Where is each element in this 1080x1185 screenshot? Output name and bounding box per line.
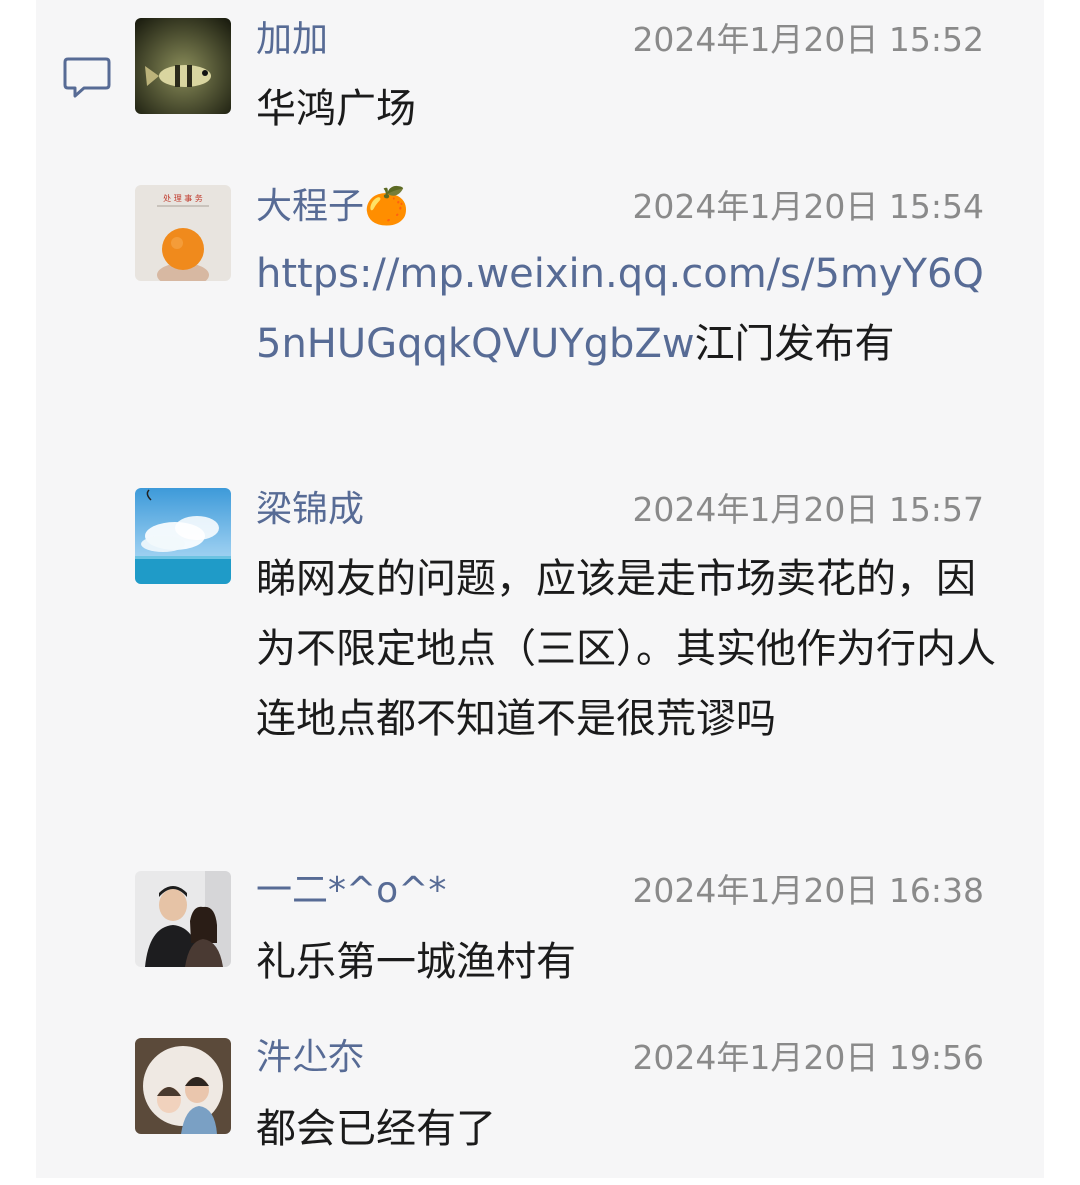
comment-author[interactable]: 一二*^o^* bbox=[256, 869, 446, 913]
orange-emoji-icon: 🍊 bbox=[364, 186, 409, 227]
comment-text: 礼乐第一城渔村有 bbox=[256, 939, 576, 985]
kids-avatar[interactable] bbox=[135, 1038, 231, 1134]
comment-text: https://mp.weixin.qq.com/s/5myY6Q5nHUGqq… bbox=[256, 239, 1001, 379]
comment-text: 华鸿广场 bbox=[256, 86, 416, 132]
comment-time: 2024年1月20日 15:57 bbox=[632, 490, 984, 529]
orange-avatar[interactable]: 处 理 事 务 bbox=[135, 185, 231, 281]
comment-time: 2024年1月20日 15:52 bbox=[632, 20, 984, 59]
comment-author[interactable]: 大程子🍊 bbox=[256, 185, 409, 229]
comment-author[interactable]: 加加 bbox=[256, 18, 328, 62]
comment-author[interactable]: 汼尐夵 bbox=[256, 1036, 364, 1080]
comment-icon[interactable] bbox=[62, 55, 112, 99]
author-name[interactable]: 大程子 bbox=[256, 186, 364, 227]
couple-avatar[interactable] bbox=[135, 871, 231, 967]
comment-time: 2024年1月20日 15:54 bbox=[632, 187, 984, 226]
avatar-caption: 处 理 事 务 bbox=[163, 193, 203, 203]
fish-avatar[interactable] bbox=[135, 18, 231, 114]
comment-time: 2024年1月20日 19:56 bbox=[632, 1038, 984, 1077]
comment-text-suffix: 江门发布有 bbox=[694, 321, 895, 367]
sky-sea-avatar[interactable] bbox=[135, 488, 231, 584]
comment-time: 2024年1月20日 16:38 bbox=[632, 871, 984, 910]
comment-text: 睇网友的问题，应该是走市场卖花的，因为不限定地点（三区）。其实他作为行内人连地点… bbox=[256, 556, 996, 742]
comment-text: 都会已经有了 bbox=[256, 1106, 496, 1152]
comment-author[interactable]: 梁锦成 bbox=[256, 488, 364, 532]
